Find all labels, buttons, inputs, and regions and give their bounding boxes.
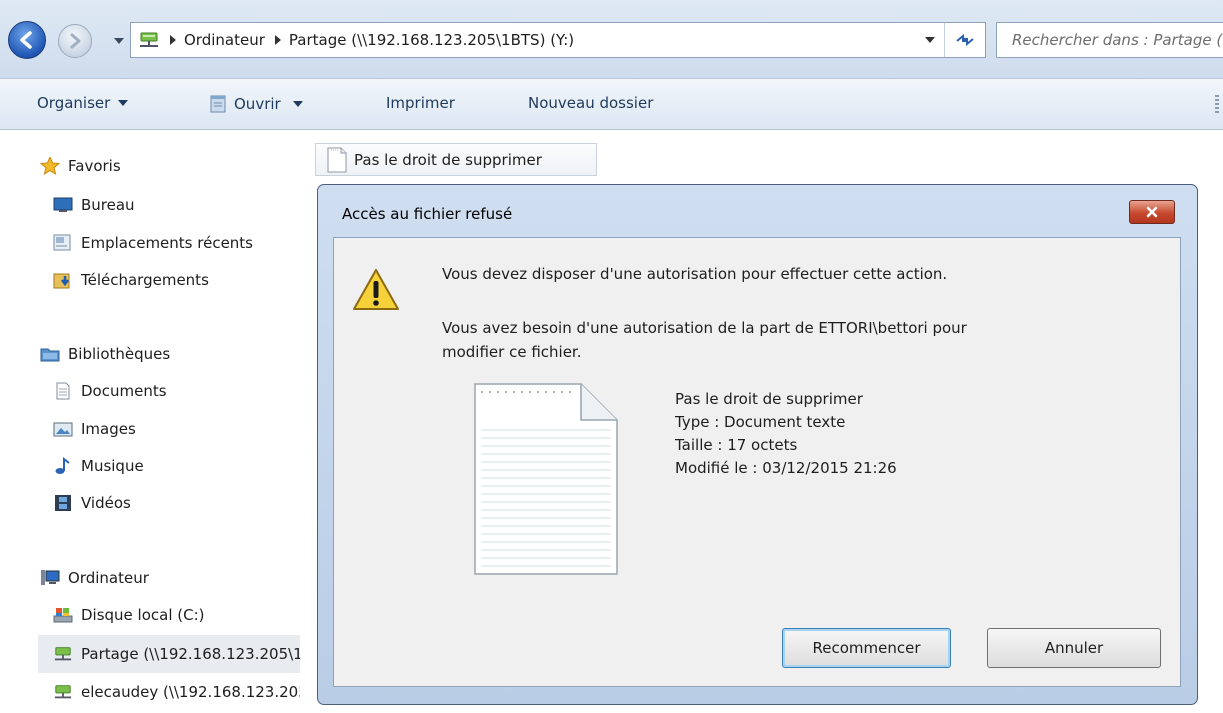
documents-icon [56,382,70,400]
nav-item-local-disk[interactable]: Disque local (C:) [53,606,205,624]
nav-libraries-label: Bibliothèques [68,345,171,363]
nav-item-label: Musique [81,457,144,475]
nav-item-share-selected[interactable]: Partage (\\192.168.123.205\1BTS) (Y:) [38,635,300,673]
close-icon [1146,206,1158,218]
chevron-down-icon [292,101,303,107]
toolbar-grip [1215,95,1219,113]
dialog-message-primary: Vous devez disposer d'une autorisation p… [442,265,948,283]
nav-computer[interactable]: Ordinateur [40,569,149,587]
open-label: Ouvrir [234,95,281,113]
file-info-name: Pas le droit de supprimer [675,390,863,408]
address-dropdown-arrow[interactable] [925,37,935,43]
nav-item-pictures[interactable]: Images [53,420,136,438]
nav-item-label: Emplacements récents [81,234,254,252]
print-label: Imprimer [386,94,455,112]
dialog-content: Vous devez disposer d'une autorisation p… [333,237,1181,687]
nav-computer-label: Ordinateur [68,569,149,587]
nav-item-label: Disque local (C:) [81,606,205,624]
recent-places-icon [53,234,71,251]
navigation-pane: Favoris Bureau Emplacements récents Télé… [0,130,300,713]
video-film-icon [55,495,71,511]
nav-item-music[interactable]: Musique [53,457,144,475]
computer-icon [41,570,60,585]
dialog-title: Accès au fichier refusé [342,205,513,223]
recent-pages-dropdown[interactable] [114,38,124,44]
cancel-button[interactable]: Annuler [987,628,1161,668]
downloads-folder-icon [53,273,70,289]
arrow-left-icon [20,31,32,49]
nav-item-videos[interactable]: Vidéos [53,494,131,512]
nav-item-label: Images [81,420,136,438]
address-path-box[interactable]: Ordinateur Partage (\\192.168.123.205\1B… [130,22,986,58]
access-denied-dialog: Accès au fichier refusé Vous devez dispo… [317,184,1198,705]
nav-item-label: Partage (\\192.168.123.205\1BTS) (Y:) [81,645,300,663]
chevron-down-icon [118,100,129,106]
nav-item-label: Bureau [81,196,135,214]
nav-item-label: Documents [81,382,167,400]
nav-item-label: Téléchargements [81,271,209,289]
nav-item-label: Vidéos [81,494,131,512]
breadcrumb-computer[interactable]: Ordinateur [184,31,265,49]
file-info-type: Type : Document texte [675,413,846,431]
address-bar: Ordinateur Partage (\\192.168.123.205\1B… [0,0,1223,79]
file-name: Pas le droit de supprimer [354,150,542,169]
nav-libraries[interactable]: Bibliothèques [40,345,170,363]
notepad-icon [210,95,226,113]
close-button[interactable] [1129,200,1175,224]
file-info-size: Taille : 17 octets [675,436,798,454]
pictures-icon [53,422,73,437]
text-document-icon [474,383,618,575]
music-note-icon [55,457,70,474]
network-drive-icon [140,32,158,47]
nav-favorites-label: Favoris [68,157,121,175]
star-icon [40,157,60,175]
nav-favorites[interactable]: Favoris [40,157,121,175]
network-drive-icon [54,685,72,699]
new-folder-button[interactable]: Nouveau dossier [528,94,653,112]
print-button[interactable]: Imprimer [386,94,455,112]
network-drive-icon [54,647,72,661]
nav-item-label: elecaudey (\\192.168.123.205) (Z:) [81,683,300,701]
file-list-item[interactable]: Pas le droit de supprimer [315,143,597,176]
open-menu[interactable]: Ouvrir [208,94,303,114]
organize-label: Organiser [37,94,111,112]
refresh-button[interactable] [944,23,985,57]
breadcrumb-separator[interactable] [274,35,281,45]
organize-menu[interactable]: Organiser [37,94,129,112]
retry-button[interactable]: Recommencer [782,628,951,668]
local-disk-icon [53,608,73,623]
nav-item-elecaudey[interactable]: elecaudey (\\192.168.123.205) (Z:) [53,683,300,701]
forward-button[interactable] [58,24,92,58]
search-placeholder: Rechercher dans : Partage (\\192.168.123… [1012,31,1223,49]
nav-item-documents[interactable]: Documents [53,382,167,400]
libraries-icon [40,348,60,362]
file-info-modified: Modifié le : 03/12/2015 21:26 [675,459,897,477]
warning-icon [353,269,399,310]
new-folder-label: Nouveau dossier [528,94,654,112]
nav-item-desktop[interactable]: Bureau [53,196,135,214]
breadcrumb-share[interactable]: Partage (\\192.168.123.205\1BTS) (Y:) [289,31,574,49]
text-file-icon [327,147,347,172]
dialog-message-line2: modifier ce fichier. [442,343,582,361]
command-bar: Organiser Ouvrir Imprimer Nouveau dossie… [0,79,1223,130]
back-button[interactable] [8,21,46,59]
nav-item-downloads[interactable]: Téléchargements [53,271,209,289]
nav-item-recent-places[interactable]: Emplacements récents [53,234,253,252]
breadcrumb-separator[interactable] [170,35,176,45]
arrow-right-icon [70,33,81,49]
desktop-icon [53,197,73,212]
refresh-icon [956,33,974,47]
dialog-message-line1: Vous avez besoin d'une autorisation de l… [442,319,967,337]
search-input[interactable]: Rechercher dans : Partage (\\192.168.123… [996,22,1223,58]
